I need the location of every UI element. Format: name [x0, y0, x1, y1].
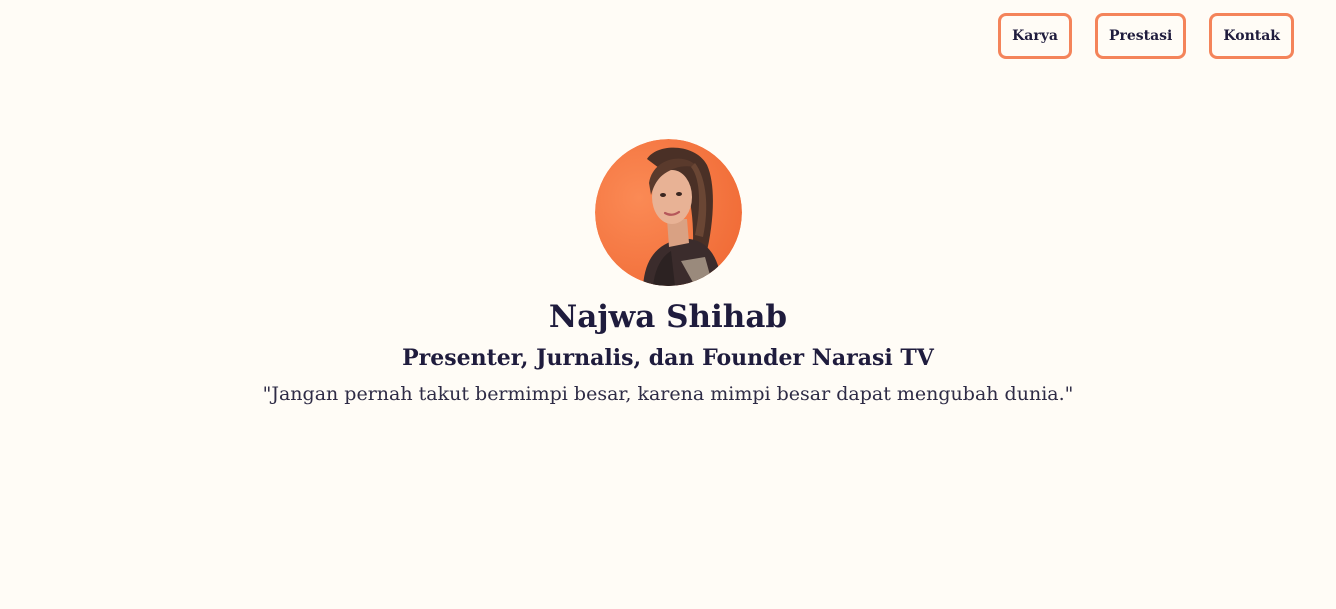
- profile-name: Najwa Shihab: [548, 299, 788, 335]
- nav-kontak-button[interactable]: Kontak: [1209, 13, 1294, 59]
- profile-quote: "Jangan pernah takut bermimpi besar, kar…: [262, 383, 1074, 405]
- top-navigation: Karya Prestasi Kontak: [998, 13, 1294, 59]
- nav-prestasi-button[interactable]: Prestasi: [1094, 13, 1187, 59]
- profile-avatar: [594, 139, 742, 286]
- profile-hero: Najwa Shihab Presenter, Jurnalis, dan Fo…: [0, 139, 1336, 407]
- profile-role: Presenter, Jurnalis, dan Founder Narasi …: [402, 345, 934, 371]
- nav-karya-button[interactable]: Karya: [998, 13, 1072, 59]
